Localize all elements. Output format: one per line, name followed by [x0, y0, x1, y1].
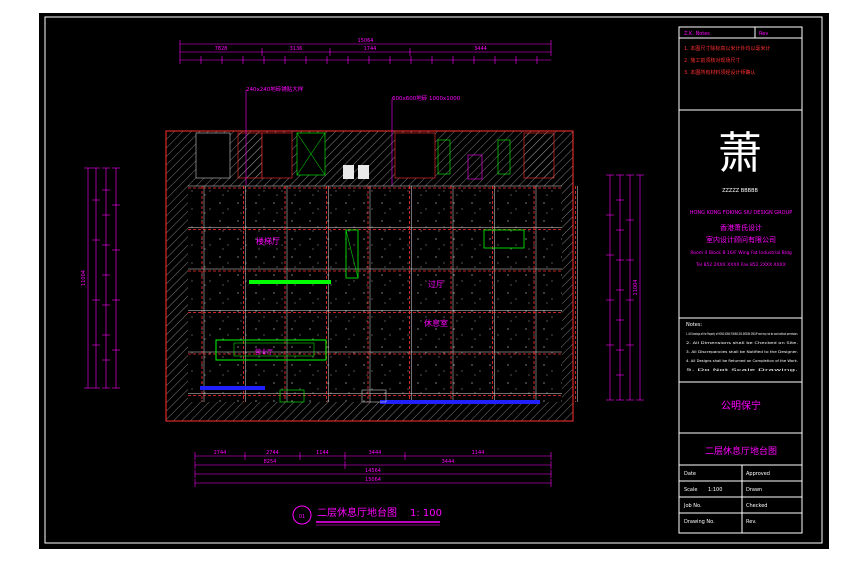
dim-label: 14564: [365, 468, 381, 474]
room-label-lounge: 休息室: [424, 318, 448, 328]
top-room-2: [237, 132, 263, 179]
company-line: 室内设计顾问有限公司: [706, 235, 776, 244]
title-block-drawing-title: 二层休息厅地台图: [705, 445, 777, 457]
note-line: 2. All Dimensions shall be Checked on Si…: [686, 341, 798, 345]
field-label: Drawing No.: [684, 519, 715, 525]
bench-left: [200, 386, 265, 390]
room-label-stair: 楼梯厅: [256, 236, 280, 246]
field-label: Checked: [746, 503, 767, 509]
top-room-1: [195, 132, 231, 179]
callout-right: 600x600地砖 1000x1000: [392, 94, 461, 102]
company-logo: 萧: [718, 128, 762, 179]
bench-right: [380, 400, 540, 404]
field-label: Date: [684, 471, 696, 477]
field-label: Approved: [746, 471, 770, 477]
title-block-note: 1. 本图尺寸除标高以米计外均以毫米计: [684, 45, 770, 52]
dim-label: 1744: [364, 46, 377, 52]
title-block-note: 3. 本图所有材料须经设计师确认: [684, 69, 755, 76]
field-value: 1:100: [708, 487, 722, 493]
company-name-en: HONG KONG FOKING SIU DESIGN GROUP: [690, 210, 793, 216]
note-line: 1. All Drawings of the Property of HONG …: [686, 332, 798, 336]
drawing-title: 二层休息厅地台图: [317, 506, 397, 519]
callout-left: 240x240地砖铺贴大样: [246, 85, 304, 93]
company-line: Tel 852 2XXX XXXX Fax 852 2XXX XXXX: [695, 262, 786, 268]
dim-label: 2744: [214, 450, 227, 456]
dim-label: 3444: [369, 450, 382, 456]
dim-label-v: 11004: [633, 280, 639, 296]
field-label: Drawn: [746, 487, 762, 493]
note-line: 3. All Discrepancies shall be Notified t…: [686, 350, 798, 354]
cad-drawing: Z.K. Notes Rev 1. 本图尺寸除标高以米计外均以毫米计 2. 施工前…: [44, 16, 823, 544]
floor-texture: [188, 186, 562, 402]
title-block-note: 2. 施工前须核对现场尺寸: [684, 57, 740, 64]
note-line: 5. Do Not Scale Drawing.: [686, 368, 798, 372]
drawing-scale: 1: 100: [410, 508, 442, 519]
fixture-sink-2: [358, 165, 369, 179]
notes-list: 1. All Drawings of the Property of HONG …: [686, 332, 798, 372]
room-label-corridor: 过厅: [428, 279, 444, 289]
dim-label-v: 11004: [81, 270, 87, 286]
dim-label: 3444: [474, 46, 487, 52]
title-block: Z.K. Notes Rev 1. 本图尺寸除标高以米计外均以毫米计 2. 施工前…: [678, 26, 803, 534]
dim-label: 2744: [266, 450, 279, 456]
dim-label: 7828: [215, 46, 228, 52]
field-label: Scale: [684, 487, 697, 493]
project-name: 公明保宁: [721, 399, 761, 412]
title-block-note-label: Z.K. Notes: [684, 31, 710, 37]
title-block-notes: 1. 本图尺寸除标高以米计外均以毫米计 2. 施工前须核对现场尺寸 3. 本图所有材…: [684, 45, 770, 76]
note-line: 4. All Designs shall be Returned on Comp…: [686, 359, 798, 363]
fixture-sink-1: [343, 165, 354, 179]
room-label-hall: 营业厅: [255, 348, 273, 356]
field-label: Rev.: [746, 519, 757, 525]
company-line: Room 4 Block B 16/F Wing Fat Industrial …: [690, 250, 792, 256]
svg-text:01: 01: [299, 514, 305, 520]
field-label: Job No.: [683, 503, 702, 509]
page: Z.K. Notes Rev 1. 本图尺寸除标高以米计外均以毫米计 2. 施工前…: [0, 0, 867, 562]
stair-hall: [261, 132, 293, 179]
top-room-4: [523, 132, 555, 179]
partition-rail: [249, 280, 331, 284]
dim-label: 15064: [358, 38, 374, 44]
top-room-3: [394, 132, 436, 179]
dim-label: 3136: [290, 46, 303, 52]
drawing-title-block: 01 二层休息厅地台图 1: 100: [292, 505, 442, 526]
floor-plan: 楼梯厅 过厅 休息室 营业厅 240x240地砖铺贴大样 600x600地砖 1…: [165, 85, 578, 422]
notes-header: Notes:: [686, 322, 702, 328]
title-block-fields: Date Approved Scale 1:100 Drawn Job No. Checke…: [683, 471, 770, 525]
company-name-cn: 香港萧氏设计室内设计顾问有限公司 Room 4 Block B 16/F Wing…: [690, 223, 792, 268]
dim-label: 1144: [316, 450, 329, 456]
dim-label: 1144: [472, 450, 485, 456]
dim-label: 3444: [442, 459, 455, 465]
logo-subtext: ZZZZZ BBBBB: [722, 188, 758, 194]
company-line: 香港萧氏设计: [720, 223, 762, 232]
dim-label: 15064: [365, 477, 381, 483]
dim-label: 8254: [264, 459, 277, 465]
title-block-rev-label: Rev: [759, 31, 768, 37]
